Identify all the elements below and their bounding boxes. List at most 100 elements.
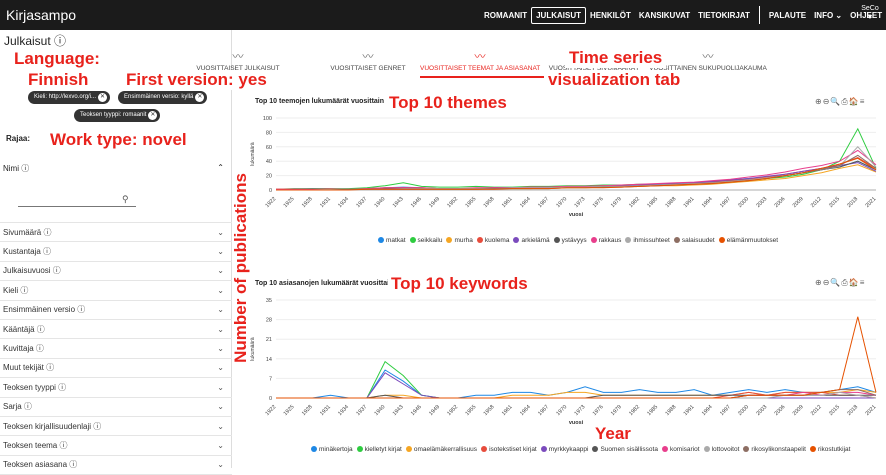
series-line-7[interactable] xyxy=(276,146,877,191)
legend-item-6[interactable]: komisariot xyxy=(661,446,700,453)
legend-item-4[interactable]: myrkkykaappi xyxy=(540,446,588,453)
nav-item-2[interactable]: HENKILÖT xyxy=(586,8,635,23)
series-line-8[interactable] xyxy=(276,154,877,191)
legend-item-2[interactable]: murha xyxy=(446,237,473,244)
x-tick-label: 1922 xyxy=(265,196,278,209)
chevron-down-icon[interactable]: ⌄ xyxy=(217,325,224,334)
legend-item-1[interactable]: seikkailu xyxy=(409,237,442,244)
seco-logo[interactable]: SeCo ▼ xyxy=(860,4,880,26)
y-tick-label: 0 xyxy=(269,188,272,194)
chart2-legend: minäkertoja kielletyt kirjat omaelämäkerra… xyxy=(311,446,850,453)
legend-item-0[interactable]: matkat xyxy=(378,237,406,244)
legend-label: minäkertoja xyxy=(319,446,353,453)
legend-label: omaelämäkerrallisuus xyxy=(413,446,478,453)
series-line-0[interactable] xyxy=(276,369,877,399)
page-title: Julkaisut ⓘ xyxy=(4,34,67,48)
legend-item-2[interactable]: omaelämäkerrallisuus xyxy=(405,446,478,453)
legend-item-6[interactable]: rakkaus xyxy=(590,237,622,244)
filter-row-10[interactable]: Teoksen kirjallisuudenlaji ⓘ ⌄ xyxy=(0,417,232,437)
filter-row-0[interactable]: Sivumäärä ⓘ ⌄ xyxy=(0,223,232,243)
tab-1[interactable]: 〰 VUOSITTAISET GENRET xyxy=(308,51,428,73)
filter-chip-language[interactable]: Kieli: http://lexvo.org/i... xyxy=(28,91,111,104)
y-tick-label: 21 xyxy=(266,337,272,343)
legend-item-5[interactable]: ystävyys xyxy=(553,237,587,244)
chevron-down-icon[interactable]: ⌄ xyxy=(217,422,224,431)
legend-item-0[interactable]: minäkertoja xyxy=(311,446,353,453)
filter-row-2[interactable]: Julkaisuvuosi ⓘ ⌄ xyxy=(0,262,232,282)
annotation-first-version: First version: yes xyxy=(122,70,271,90)
chevron-down-icon[interactable]: ⌄ xyxy=(217,344,224,353)
chevron-down-icon[interactable]: ⌄ xyxy=(217,441,224,450)
filter-label: Kuvittaja ⓘ xyxy=(3,344,44,354)
x-tick-label: 1961 xyxy=(501,196,514,209)
nav-item-0[interactable]: ROMAANIT xyxy=(480,8,531,23)
chart1-toolbar[interactable]: ⊕⊖🔍⎙🏠≡ xyxy=(815,97,865,107)
chevron-down-icon[interactable]: ⌄ xyxy=(217,266,224,275)
legend-item-7[interactable]: ihmissuhteet xyxy=(625,237,670,244)
name-filter-label: Nimi ⓘ xyxy=(3,164,30,173)
x-tick-label: 1976 xyxy=(592,404,605,417)
legend-item-1[interactable]: kielletyt kirjat xyxy=(356,446,402,453)
x-tick-label: 2012 xyxy=(810,404,823,417)
series-line-4[interactable] xyxy=(276,372,876,399)
filter-row-4[interactable]: Ensimmäinen versio ⓘ ⌄ xyxy=(0,301,232,320)
nav-item-4[interactable]: TIETOKIRJAT xyxy=(694,8,754,23)
filter-row-9[interactable]: Sarja ⓘ ⌄ xyxy=(0,398,232,417)
filter-chip-work-type[interactable]: Teoksen tyyppi: romaanit xyxy=(74,109,161,122)
legend-label: rakkaus xyxy=(598,237,622,244)
legend-item-9[interactable]: rikostutkijat xyxy=(809,446,850,453)
legend-item-3[interactable]: kuolema xyxy=(476,237,509,244)
legend-item-4[interactable]: arkielämä xyxy=(513,237,550,244)
chevron-down-icon[interactable]: ⌄ xyxy=(217,363,224,372)
filter-row-5[interactable]: Kääntäjä ⓘ ⌄ xyxy=(0,320,232,340)
legend-item-9[interactable]: elämänmuutokset xyxy=(718,237,778,244)
filter-row-7[interactable]: Muut tekijät ⓘ ⌄ xyxy=(0,359,232,379)
legend-item-7[interactable]: lottovoitot xyxy=(703,446,739,453)
legend-item-8[interactable]: salaisuudet xyxy=(673,237,715,244)
series-line-6[interactable] xyxy=(276,149,877,190)
legend-item-5[interactable]: Suomen sisällissota xyxy=(592,446,658,453)
y-tick-label: 28 xyxy=(266,318,272,324)
nav-item-5[interactable]: PALAUTE xyxy=(765,8,810,23)
chart2-toolbar[interactable]: ⊕⊖🔍⎙🏠≡ xyxy=(815,278,865,288)
tab-0[interactable]: 〰 VUOSITTAISET JULKAISUT xyxy=(178,52,298,73)
series-line-9[interactable] xyxy=(276,316,877,399)
x-tick-label: 1967 xyxy=(537,404,550,417)
chart1-legend: matkat seikkailu murha kuolema arkielämä ystä… xyxy=(378,237,778,244)
search-icon[interactable]: ⚲ xyxy=(122,194,129,205)
series-line-8[interactable] xyxy=(276,389,877,399)
series-line-3[interactable] xyxy=(276,157,877,190)
chevron-down-icon[interactable]: ⌄ xyxy=(217,402,224,411)
filter-row-3[interactable]: Kieli ⓘ ⌄ xyxy=(0,281,232,301)
series-line-2[interactable] xyxy=(276,389,877,399)
chevron-down-icon[interactable]: ⌄ xyxy=(217,286,224,295)
nav-item-3[interactable]: KANSIKUVAT xyxy=(635,8,694,23)
filter-row-12[interactable]: Teoksen asiasana ⓘ ⌄ xyxy=(0,456,232,475)
line-chart-icon: 〰 xyxy=(362,51,374,63)
app-title[interactable]: Kirjasampo xyxy=(0,7,200,23)
x-tick-label: 2015 xyxy=(828,196,841,209)
tab-2[interactable]: 〰 VUOSITTAISET TEEMAT JA ASIASANAT xyxy=(420,52,540,73)
chevron-up-icon[interactable]: ⌃ xyxy=(217,163,224,172)
chevron-down-icon[interactable]: ⌄ xyxy=(217,305,224,314)
x-tick-label: 1940 xyxy=(374,196,387,209)
chevron-down-icon[interactable]: ⌄ xyxy=(217,383,224,392)
legend-label: ihmissuhteet xyxy=(633,237,670,244)
filter-row-11[interactable]: Teoksen teema ⓘ ⌄ xyxy=(0,436,232,456)
series-line-1[interactable] xyxy=(275,127,877,190)
legend-item-3[interactable]: isotekstiset kirjat xyxy=(481,446,537,453)
x-tick-label: 1964 xyxy=(519,196,532,209)
nav-item-1[interactable]: JULKAISUT xyxy=(531,6,586,24)
filter-row-6[interactable]: Kuvittaja ⓘ ⌄ xyxy=(0,339,232,359)
x-axis-label: vuosi xyxy=(569,420,584,426)
x-tick-label: 1943 xyxy=(392,404,405,417)
chevron-down-icon[interactable]: ⌄ xyxy=(217,228,224,237)
chevron-down-icon[interactable]: ⌄ xyxy=(217,460,224,469)
nav-item-6[interactable]: INFO ⌄ xyxy=(810,8,846,23)
filter-chip-first-version[interactable]: Ensimmäinen versio: kyllä xyxy=(118,91,208,104)
chevron-down-icon[interactable]: ⌄ xyxy=(217,247,224,256)
legend-item-8[interactable]: rikosylikonstaapelit xyxy=(743,446,806,453)
name-search-input[interactable] xyxy=(18,206,136,207)
filter-row-1[interactable]: Kustantaja ⓘ ⌄ xyxy=(0,242,232,262)
filter-row-8[interactable]: Teoksen tyyppi ⓘ ⌄ xyxy=(0,378,232,398)
